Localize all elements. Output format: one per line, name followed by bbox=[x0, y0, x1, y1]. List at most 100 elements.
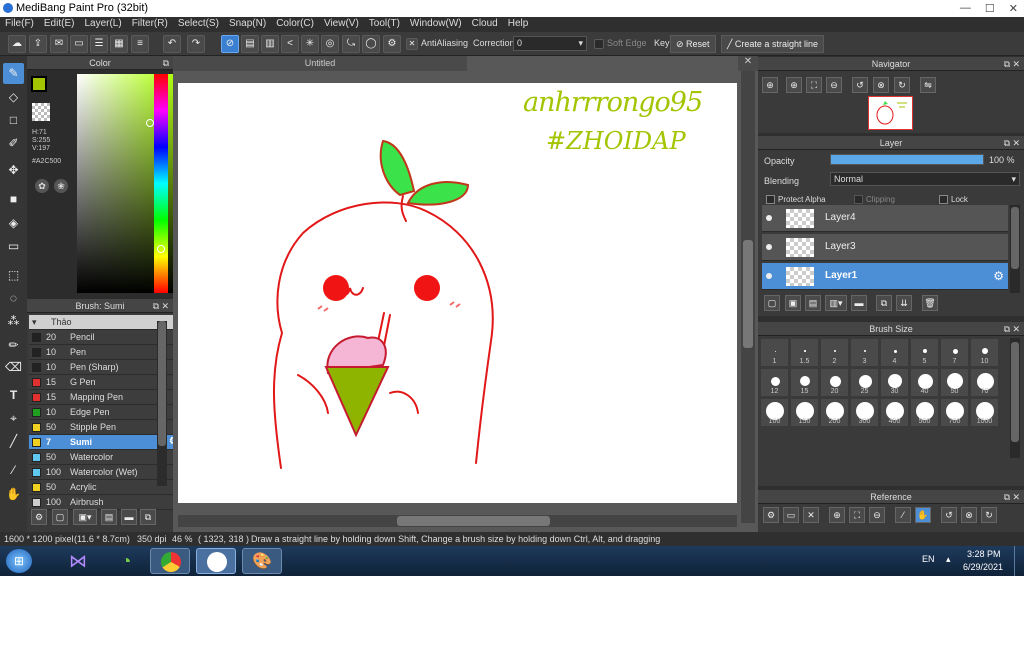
snap-radial-icon[interactable]: ✳ bbox=[301, 35, 319, 53]
panel-popout-icon[interactable]: ⧉ bbox=[153, 299, 159, 313]
eraser-tool-icon[interactable]: ◇ bbox=[3, 87, 24, 108]
reference-open-icon[interactable]: ▭ bbox=[783, 507, 799, 523]
zoom-in-icon[interactable]: ⊕ bbox=[762, 77, 778, 93]
operation-tool-icon[interactable]: ⌖ bbox=[3, 408, 24, 429]
clipping-checkbox[interactable] bbox=[854, 195, 863, 204]
text-tool-icon[interactable]: T bbox=[3, 385, 24, 406]
reference-reset-icon[interactable]: ⊗ bbox=[961, 507, 977, 523]
magic-wand-tool-icon[interactable]: ⁂ bbox=[3, 311, 24, 332]
lasso-tool-icon[interactable]: ◌ bbox=[3, 288, 24, 309]
reference-fit-icon[interactable]: ⛶ bbox=[849, 507, 865, 523]
brush-size-scrollbar[interactable] bbox=[1010, 338, 1020, 458]
snap-grid-icon[interactable]: ▥ bbox=[261, 35, 279, 53]
reset-button[interactable]: ⊘ Reset bbox=[670, 35, 716, 53]
drawing-canvas[interactable]: anhrrrongo95 #ZHOIDAP bbox=[178, 83, 737, 503]
brush-size-option[interactable]: 1 bbox=[760, 338, 789, 367]
snap-circle-icon[interactable]: ◎ bbox=[321, 35, 339, 53]
opacity-slider[interactable] bbox=[830, 154, 984, 165]
reference-close-icon[interactable]: ✕ bbox=[803, 507, 819, 523]
brush-size-option[interactable]: 7 bbox=[940, 338, 969, 367]
brush-item[interactable]: 100 Airbrush bbox=[29, 495, 182, 510]
reference-rotate-left-icon[interactable]: ↺ bbox=[941, 507, 957, 523]
clock-date[interactable]: 6/29/2021 bbox=[963, 562, 1003, 572]
reference-zoom-in-icon[interactable]: ⊕ bbox=[829, 507, 845, 523]
reference-eyedropper-icon[interactable]: ⁄ bbox=[895, 507, 911, 523]
menu-snap[interactable]: Snap(N) bbox=[224, 17, 271, 32]
layer-row[interactable]: Layer3 bbox=[762, 234, 1008, 261]
layer-row[interactable]: Layer4 bbox=[762, 205, 1008, 232]
pen-tool-icon[interactable]: ✐ bbox=[3, 133, 24, 154]
menu-edit[interactable]: Edit(E) bbox=[39, 17, 80, 32]
protect-alpha-checkbox[interactable] bbox=[766, 195, 775, 204]
snap-curve-icon[interactable]: ⤿ bbox=[342, 35, 360, 53]
brush-size-option[interactable]: 25 bbox=[850, 368, 879, 397]
eyedropper-tool-icon[interactable]: ⁄ bbox=[3, 460, 24, 481]
brush-size-scroll-thumb[interactable] bbox=[1011, 342, 1019, 442]
canvas-close-icon[interactable]: ✕ bbox=[738, 56, 758, 71]
clock-time[interactable]: 3:28 PM bbox=[967, 549, 1001, 559]
fill-rect-tool-icon[interactable]: ■ bbox=[3, 189, 24, 210]
add-brush-icon[interactable]: ▢ bbox=[52, 509, 68, 525]
visibility-icon[interactable] bbox=[766, 215, 772, 221]
main-color-swatch[interactable] bbox=[31, 76, 47, 92]
grid-icon[interactable]: ▦ bbox=[110, 35, 128, 53]
new-layer-icon[interactable]: ▢ bbox=[764, 295, 780, 311]
reset-view-icon[interactable]: ⊗ bbox=[873, 77, 889, 93]
panel-close-icon[interactable]: ✕ bbox=[161, 299, 169, 313]
rotate-right-icon[interactable]: ↻ bbox=[894, 77, 910, 93]
brush-size-option[interactable]: 70 bbox=[970, 368, 999, 397]
visibility-icon[interactable] bbox=[766, 273, 772, 279]
panel-close-icon[interactable]: ✕ bbox=[1012, 490, 1020, 504]
panel-close-icon[interactable]: ✕ bbox=[1012, 136, 1020, 150]
move-tool-icon[interactable]: ✥ bbox=[3, 160, 24, 181]
language-indicator[interactable]: EN bbox=[922, 554, 935, 564]
chrome-taskbar-icon[interactable] bbox=[150, 548, 190, 574]
correction-select[interactable]: 0 ▾ bbox=[513, 36, 587, 51]
rotate-left-icon[interactable]: ↺ bbox=[852, 77, 868, 93]
layer-row[interactable]: Layer1 ⚙ bbox=[762, 263, 1008, 290]
blending-select[interactable]: Normal ▾ bbox=[830, 172, 1020, 186]
menu-select[interactable]: Select(S) bbox=[173, 17, 224, 32]
soft-edge-checkbox[interactable] bbox=[594, 39, 604, 49]
brush-size-option[interactable]: 40 bbox=[910, 368, 939, 397]
menu-cloud[interactable]: Cloud bbox=[467, 17, 503, 32]
brush-size-option[interactable]: 20 bbox=[820, 368, 849, 397]
maximize-button[interactable]: ☐ bbox=[985, 2, 995, 15]
brush-tool-icon[interactable]: ✎ bbox=[3, 63, 24, 84]
brush-size-option[interactable]: 300 bbox=[850, 398, 879, 427]
zoom-fit-icon[interactable]: ⊕ bbox=[786, 77, 802, 93]
brush-size-option[interactable]: 700 bbox=[940, 398, 969, 427]
antialiasing-checkbox[interactable]: ✕ bbox=[406, 38, 418, 50]
show-desktop-button[interactable] bbox=[1014, 546, 1024, 576]
flip-icon[interactable]: ⇋ bbox=[920, 77, 936, 93]
delete-layer-icon[interactable]: 🗑 bbox=[922, 295, 938, 311]
brush-size-option[interactable]: 12 bbox=[760, 368, 789, 397]
snap-ellipse-icon[interactable]: ◯ bbox=[362, 35, 380, 53]
layer-settings-icon[interactable]: ⚙ bbox=[993, 269, 1004, 283]
panel-close-icon[interactable]: ✕ bbox=[1012, 322, 1020, 336]
undo-icon[interactable]: ↶ bbox=[163, 35, 181, 53]
gradient-tool-icon[interactable]: ▭ bbox=[3, 236, 24, 257]
menu-help[interactable]: Help bbox=[503, 17, 534, 32]
brush-size-option[interactable]: 3 bbox=[850, 338, 879, 367]
brush-size-option[interactable]: 100 bbox=[760, 398, 789, 427]
reference-zoom-out-icon[interactable]: ⊖ bbox=[869, 507, 885, 523]
brush-list-scroll-thumb[interactable] bbox=[158, 321, 166, 446]
layer-folder-icon[interactable]: ▬ bbox=[851, 295, 867, 311]
brush-size-option[interactable]: 2 bbox=[820, 338, 849, 367]
visual-studio-icon[interactable]: ⋈ bbox=[58, 548, 98, 574]
reference-settings-icon[interactable]: ⚙ bbox=[763, 507, 779, 523]
add-brush-menu-icon[interactable]: ▣▾ bbox=[73, 509, 97, 525]
canvas-horizontal-scroll-thumb[interactable] bbox=[397, 516, 550, 526]
brush-size-option[interactable]: 4 bbox=[880, 338, 909, 367]
select-eraser-tool-icon[interactable]: ⌫ bbox=[3, 357, 24, 378]
cloud-icon[interactable]: ☁ bbox=[8, 35, 26, 53]
menu-view[interactable]: View(V) bbox=[319, 17, 364, 32]
brush-settings-icon[interactable]: ⚙ bbox=[31, 509, 47, 525]
create-straight-line-button[interactable]: ╱ Create a straight line bbox=[721, 35, 824, 53]
brush-size-option[interactable]: 150 bbox=[790, 398, 819, 427]
chat-icon[interactable]: ▭ bbox=[70, 35, 88, 53]
brush-size-option[interactable]: 1000 bbox=[970, 398, 999, 427]
comment-icon[interactable]: ✉ bbox=[50, 35, 68, 53]
hue-slider[interactable] bbox=[154, 74, 168, 293]
